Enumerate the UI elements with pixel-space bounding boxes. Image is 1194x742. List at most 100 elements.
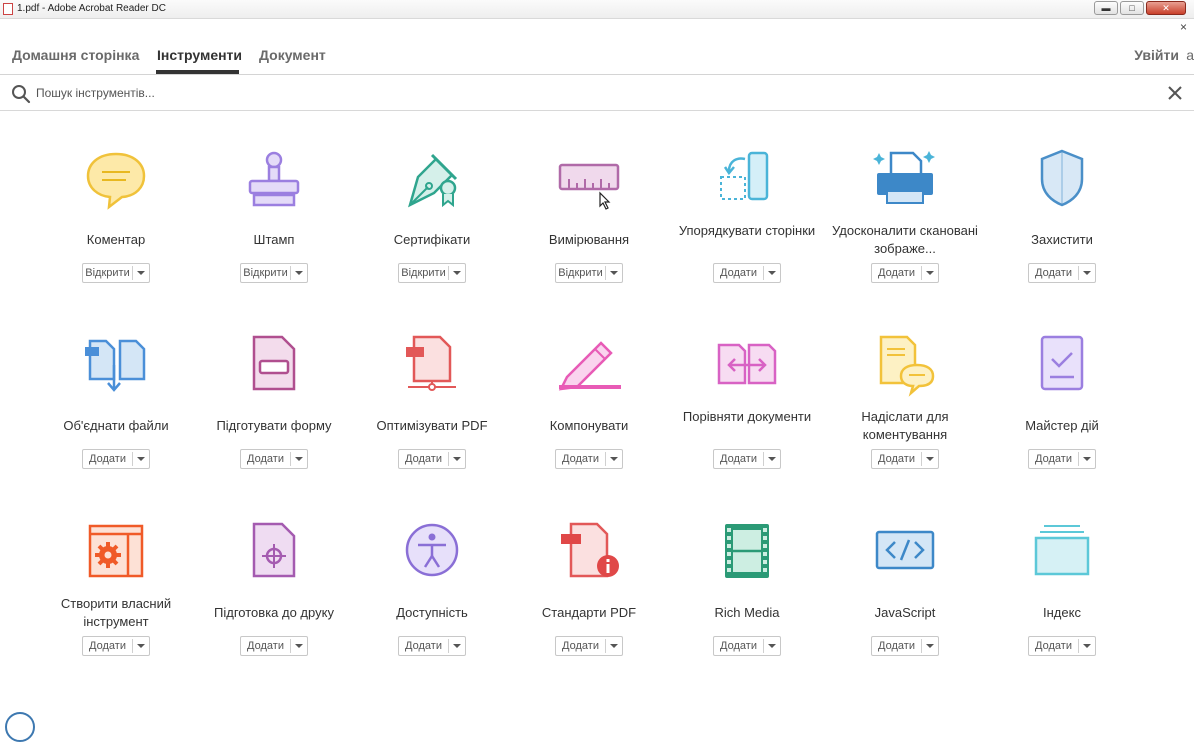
action-wizard-icon [1040,335,1084,391]
tool-protect[interactable]: Захистити Додати [987,149,1137,299]
tool-accessibility[interactable]: Доступність Додати [357,522,507,672]
tool-action-dropdown[interactable]: Додати [713,636,781,656]
chevron-down-icon [768,271,776,275]
tool-action-label: Додати [1035,267,1072,279]
top-nav: Домашня сторінка Інструменти Документ Ув… [0,36,1194,75]
tool-action-dropdown[interactable]: Додати [82,636,150,656]
dropdown-divider [605,639,606,653]
tool-action-label: Додати [1035,640,1072,652]
chevron-down-icon [137,644,145,648]
tool-action-dropdown[interactable]: Додати [555,449,623,469]
tool-action-label: Відкрити [401,267,446,279]
tool-action-dropdown[interactable]: Додати [240,449,308,469]
tool-optimize-pdf[interactable]: Оптимізувати PDF Додати [357,335,507,485]
tool-action-dropdown[interactable]: Додати [1028,636,1096,656]
tool-measure[interactable]: Вимірювання Відкрити [514,149,664,299]
tool-combine-files[interactable]: Об'єднати файли Додати [41,335,191,485]
tool-compose[interactable]: Компонувати Додати [514,335,664,485]
tool-action-dropdown[interactable]: Додати [713,263,781,283]
tool-label: Надіслати для коментування [861,409,949,442]
active-tab-indicator [156,70,239,74]
tool-action-label: Додати [405,640,442,652]
search-input[interactable] [36,84,636,102]
tool-action-dropdown[interactable]: Відкрити [398,263,466,283]
tool-action-dropdown[interactable]: Додати [240,636,308,656]
chevron-down-icon [295,271,303,275]
tool-action-label: Додати [878,640,915,652]
tool-action-dropdown[interactable]: Відкрити [555,263,623,283]
sign-in-extra: a [1186,47,1194,63]
chevron-down-icon [1083,457,1091,461]
tool-action-label: Додати [247,640,284,652]
tool-action-label: Додати [1035,453,1072,465]
close-window-button[interactable]: ✕ [1146,1,1186,15]
dropdown-divider [132,452,133,466]
tool-stamp[interactable]: Штамп Відкрити [199,149,349,299]
tool-action-dropdown[interactable]: Додати [398,449,466,469]
tool-action-label: Додати [720,267,757,279]
tool-action-dropdown[interactable]: Додати [871,636,939,656]
tool-label: Rich Media [714,605,780,620]
tool-certificates[interactable]: Сертифікати Відкрити [357,149,507,299]
chevron-down-icon [295,457,303,461]
dropdown-divider [763,639,764,653]
tool-print-production[interactable]: Підготовка до друку Додати [199,522,349,672]
tool-send-comments[interactable]: Надіслати для коментування Додати [830,335,980,485]
chevron-down-icon [453,644,461,648]
tool-action-label: Додати [562,453,599,465]
tab-home[interactable]: Домашня сторінка [12,47,139,63]
tool-action-dropdown[interactable]: Додати [871,263,939,283]
sign-in-link[interactable]: Увійти [1134,47,1179,63]
dropdown-divider [290,266,291,280]
dropdown-divider [448,266,449,280]
tool-action-dropdown[interactable]: Додати [713,449,781,469]
compose-icon [558,341,621,391]
search-icon [12,85,31,104]
tool-compare[interactable]: Порівняти документи Додати [672,335,822,485]
tool-label: Індекс [1043,605,1081,620]
maximize-button[interactable]: □ [1120,1,1144,15]
tool-label: Вимірювання [548,232,630,247]
minimize-button[interactable]: ▬ [1094,1,1118,15]
tool-rich-media[interactable]: Rich Media Додати [672,522,822,672]
chevron-down-icon [453,457,461,461]
tool-prepare-form[interactable]: Підготувати форму Додати [199,335,349,485]
tool-organize-pages[interactable]: Упорядкувати сторінки Додати [672,149,822,299]
window-title: 1.pdf - Adobe Acrobat Reader DC [17,3,166,14]
tool-action-label: Додати [562,640,599,652]
tool-action-dropdown[interactable]: Додати [555,636,623,656]
chevron-down-icon [610,644,618,648]
comment-icon [86,152,146,210]
close-icon[interactable] [1166,84,1184,102]
tool-label: Створити власний інструмент [60,596,172,629]
tool-create-custom[interactable]: Створити власний інструмент Додати [41,522,191,672]
tab-tools[interactable]: Інструменти [157,47,242,63]
chevron-down-icon [926,644,934,648]
tool-comment[interactable]: Коментар Відкрити [41,149,191,299]
tool-index[interactable]: Індекс Додати [987,522,1137,672]
dropdown-divider [605,452,606,466]
tab-document[interactable]: Документ [259,47,326,63]
shield-icon [1040,149,1084,207]
tool-enhance-scans[interactable]: Удосконалити скановані зображе... Додати [830,149,980,299]
tool-action-dropdown[interactable]: Відкрити [82,263,150,283]
tool-action-dropdown[interactable]: Відкрити [240,263,308,283]
dropdown-divider [1078,266,1079,280]
dropdown-divider [290,452,291,466]
tool-label: Доступність [396,605,468,620]
tool-action-dropdown[interactable]: Додати [398,636,466,656]
app-close-icon[interactable]: × [1180,20,1187,34]
tool-action-dropdown[interactable]: Додати [1028,449,1096,469]
tool-pdf-standards[interactable]: Стандарти PDF Додати [514,522,664,672]
tool-javascript[interactable]: JavaScript Додати [830,522,980,672]
tool-label: Підготувати форму [216,418,332,433]
combine-files-icon [85,339,146,392]
chevron-down-icon [768,644,776,648]
form-icon [252,335,296,391]
tool-action-dropdown[interactable]: Додати [1028,263,1096,283]
tool-action-wizard[interactable]: Майстер дій Додати [987,335,1137,485]
tool-action-label: Додати [720,453,757,465]
tool-action-dropdown[interactable]: Додати [871,449,939,469]
help-circle-icon[interactable] [5,712,35,742]
tool-action-dropdown[interactable]: Додати [82,449,150,469]
